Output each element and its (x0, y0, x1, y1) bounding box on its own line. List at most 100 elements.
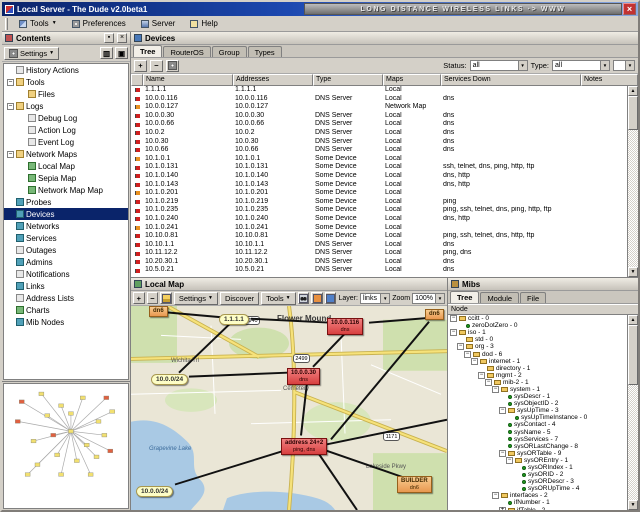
device-row-10-0-0-66[interactable]: 10.0.0.6610.0.0.66DNS ServerLocaldns (131, 120, 627, 129)
device-row-10-10-0-81[interactable]: 10.10.0.8110.10.0.81Some DeviceLocalping… (131, 232, 627, 241)
discover-button[interactable]: Discover (220, 292, 259, 305)
sidebar-item-mib-nodes[interactable]: Mib Nodes (4, 316, 128, 328)
map-settings-button[interactable]: Settings ▼ (174, 292, 218, 305)
map-node-10-0-0-24[interactable]: 10.0.0/24 (136, 486, 173, 497)
sidebar-item-history-actions[interactable]: History Actions (4, 64, 128, 76)
mib-node-sysuptimeinstance-0[interactable]: sysUpTimeInstance - 0 (448, 414, 627, 421)
mib-node-sysorid-2[interactable]: sysORID - 2 (448, 471, 627, 478)
sidebar-item-files[interactable]: Files (4, 88, 128, 100)
map-node-dn6[interactable]: dn6 (425, 309, 444, 320)
contents-layout-button[interactable]: ▥ (100, 47, 113, 59)
map-link-line[interactable] (189, 373, 287, 377)
scroll-down-icon[interactable]: ▼ (628, 267, 638, 277)
server-button[interactable]: Server (135, 17, 182, 30)
sidebar-item-sepia-map[interactable]: Sepia Map (4, 172, 128, 184)
tree-expander-icon[interactable]: − (499, 450, 506, 457)
device-row-1-1-1-1[interactable]: 1.1.1.11.1.1.1Local (131, 86, 627, 95)
map-link-line[interactable] (251, 319, 331, 323)
sidebar-item-links[interactable]: Links (4, 280, 128, 292)
device-settings-button[interactable] (166, 60, 179, 72)
mib-node-sysobjectid-2[interactable]: sysObjectID - 2 (448, 400, 627, 407)
device-row-10-0-2[interactable]: 10.0.210.0.2DNS ServerLocaldns (131, 129, 627, 138)
contents-refresh-button[interactable]: ▣ (115, 47, 128, 59)
mib-node-mib-2-1[interactable]: −mib-2 - 1 (448, 379, 627, 386)
mib-node-sysorentry-1[interactable]: −sysOREntry - 1 (448, 457, 627, 464)
tree-expander-icon[interactable]: − (492, 492, 499, 499)
mib-node-directory-1[interactable]: directory - 1 (448, 365, 627, 372)
tree-expander-icon[interactable]: − (471, 358, 478, 365)
device-row-10-0-66[interactable]: 10.0.6610.0.66DNS ServerLocaldns (131, 146, 627, 155)
layer-select[interactable]: links ▼ (360, 293, 390, 304)
map-node-10-0-0-116[interactable]: 10.0.0.116dns (327, 318, 363, 335)
tree-expander-icon[interactable]: − (450, 315, 457, 322)
mib-node-sysortable-9[interactable]: −sysORTable - 9 (448, 450, 627, 457)
mib-node-system-1[interactable]: −system - 1 (448, 386, 627, 393)
map-node-address-24-2[interactable]: address 24+2ping, dns (281, 438, 327, 455)
mib-node-sysoruptime-4[interactable]: sysORUpTime - 4 (448, 485, 627, 492)
mib-node-sysservices-7[interactable]: sysServices - 7 (448, 436, 627, 443)
map-node-10-0-0-24[interactable]: 10.0.0/24 (151, 374, 188, 385)
lock-button[interactable] (160, 292, 172, 304)
devices-tab-group[interactable]: Group (212, 46, 247, 57)
status-filter-select[interactable]: all ▼ (470, 60, 528, 71)
contents-close-button[interactable]: × (117, 33, 127, 43)
scroll-down-icon[interactable]: ▼ (628, 500, 638, 510)
mib-node-interfaces-2[interactable]: −interfaces - 2 (448, 492, 627, 499)
column-header-notes[interactable]: Notes (581, 74, 638, 86)
mibs-scroll-thumb[interactable] (628, 325, 638, 385)
sidebar-item-debug-log[interactable]: Debug Log (4, 112, 128, 124)
map-node-10-0-0-30[interactable]: 10.0.0.30dns (287, 368, 320, 385)
map-link-line[interactable] (161, 312, 227, 318)
type-filter-select[interactable]: all ▼ (552, 60, 610, 71)
sidebar-item-charts[interactable]: Charts (4, 304, 128, 316)
sidebar-item-tools[interactable]: −Tools (4, 76, 128, 88)
mibs-tab-file[interactable]: File (520, 292, 546, 303)
map-link-line[interactable] (301, 383, 307, 436)
map-link-line[interactable] (313, 333, 345, 366)
sidebar-item-logs[interactable]: −Logs (4, 100, 128, 112)
mibs-tab-module[interactable]: Module (480, 292, 519, 303)
tree-expander-icon[interactable]: + (499, 507, 506, 510)
map-node-1-1-1-1[interactable]: 1.1.1.1 (219, 314, 249, 325)
map-link-line[interactable] (331, 322, 429, 440)
column-header-addresses[interactable]: Addresses (233, 74, 313, 86)
mib-node-zerodotzero-0[interactable]: zeroDotZero - 0 (448, 322, 627, 329)
map-canvas[interactable]: Flower MoundCemeteryGrapevine LakeWichit… (131, 306, 447, 510)
device-row-10-1-0-143[interactable]: 10.1.0.14310.1.0.143Some DeviceLocaldns,… (131, 181, 627, 190)
remove-device-button[interactable]: − (150, 60, 163, 72)
extra-filter-select[interactable]: ▼ (613, 60, 635, 71)
devices-scrollbar[interactable]: ▲ ▼ (627, 86, 638, 277)
zoom-out-button[interactable]: − (147, 292, 159, 304)
zoom-select[interactable]: 100% ▼ (412, 293, 445, 304)
tools-menu-button[interactable]: Tools ▼ (13, 17, 63, 30)
device-row-10-1-0-241[interactable]: 10.1.0.24110.1.0.241Some DeviceLocal (131, 224, 627, 233)
device-row-10-1-0-235[interactable]: 10.1.0.23510.1.0.235Some DeviceLocalping… (131, 206, 627, 215)
mib-node-internet-1[interactable]: −internet - 1 (448, 358, 627, 365)
add-link-button[interactable] (325, 292, 337, 304)
zoom-in-button[interactable]: + (133, 292, 145, 304)
mib-node-sysname-5[interactable]: sysName - 5 (448, 429, 627, 436)
devices-scroll-thumb[interactable] (628, 96, 638, 130)
mib-node-iftable-2[interactable]: +ifTable - 2 (448, 507, 627, 510)
mib-node-iso-1[interactable]: −iso - 1 (448, 329, 627, 336)
device-row-10-1-0-240[interactable]: 10.1.0.24010.1.0.240Some DeviceLocaldns,… (131, 215, 627, 224)
sidebar-item-probes[interactable]: Probes (4, 196, 128, 208)
column-header-services-down[interactable]: Services Down (441, 74, 581, 86)
mib-node-sysorindex-1[interactable]: sysORIndex - 1 (448, 464, 627, 471)
sidebar-item-local-map[interactable]: Local Map (4, 160, 128, 172)
device-row-10-1-0-1[interactable]: 10.1.0.110.1.0.1Some DeviceLocal (131, 155, 627, 164)
add-device-button[interactable]: + (134, 60, 147, 72)
device-row-10-20-30-1[interactable]: 10.20.30.110.20.30.1DNS ServerLocaldns (131, 258, 627, 267)
column-header-flag[interactable] (131, 74, 143, 86)
sidebar-item-event-log[interactable]: Event Log (4, 136, 128, 148)
tree-expander-icon[interactable]: − (478, 372, 485, 379)
tree-expander-icon[interactable]: − (506, 457, 513, 464)
scroll-up-icon[interactable]: ▲ (628, 86, 638, 96)
mib-node-sysdescr-1[interactable]: sysDescr - 1 (448, 393, 627, 400)
mib-node-sysorlastchange-8[interactable]: sysORLastChange - 8 (448, 443, 627, 450)
mibs-tab-tree[interactable]: Tree (450, 291, 479, 303)
device-row-10-1-0-201[interactable]: 10.1.0.20110.1.0.201Some DeviceLocal (131, 189, 627, 198)
device-row-10-11-12-2[interactable]: 10.11.12.210.11.12.2DNS ServerLocalping,… (131, 249, 627, 258)
contents-settings-button[interactable]: Settings ▼ (4, 47, 59, 60)
map-link-line[interactable] (325, 450, 407, 478)
